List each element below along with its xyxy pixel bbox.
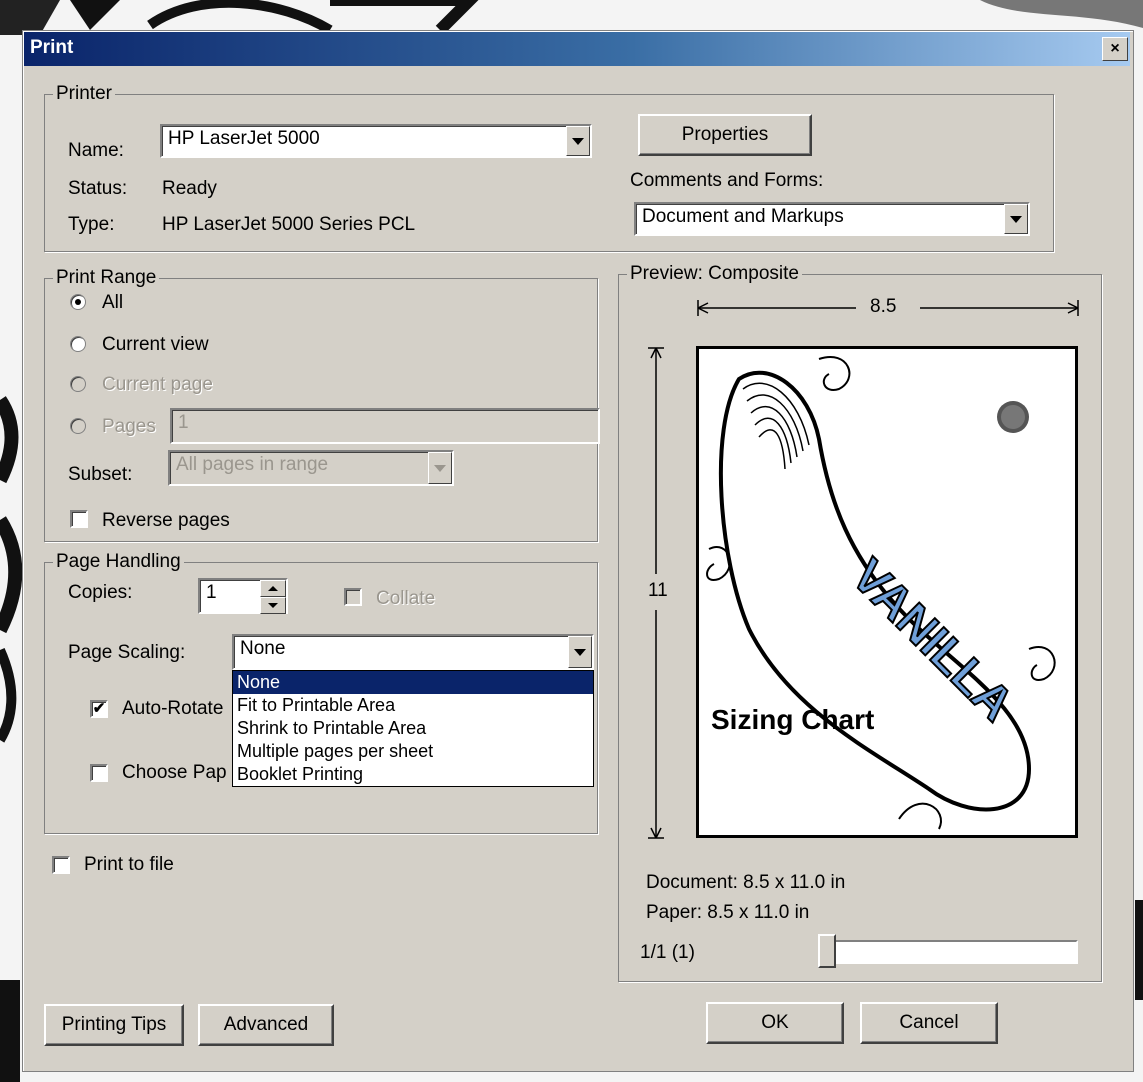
scaling-option[interactable]: None	[233, 671, 593, 694]
radio-current-view[interactable]	[70, 336, 86, 352]
sizing-chart-text: Sizing Chart	[711, 704, 874, 735]
printer-type-value: HP LaserJet 5000 Series PCL	[162, 214, 416, 235]
printer-type-label: Type:	[68, 214, 115, 235]
radio-current-view-label: Current view	[102, 334, 209, 355]
auto-rotate-checkbox[interactable]: ✔	[90, 700, 108, 718]
auto-rotate-label: Auto-Rotate	[122, 698, 224, 719]
spin-down-button[interactable]	[260, 597, 286, 614]
subset-label: Subset:	[68, 464, 133, 485]
title-bar: Print ×	[24, 32, 1130, 66]
chevron-down-icon[interactable]	[566, 126, 590, 156]
properties-button[interactable]: Properties	[638, 114, 812, 156]
advanced-button[interactable]: Advanced	[198, 1004, 334, 1046]
scaling-option[interactable]: Booklet Printing	[233, 763, 593, 786]
printer-group-label: Printer	[53, 83, 115, 105]
chevron-down-icon[interactable]	[568, 636, 592, 668]
page-scaling-dropdown-list: None Fit to Printable Area Shrink to Pri…	[232, 670, 594, 787]
print-range-group-label: Print Range	[53, 267, 160, 289]
cancel-button[interactable]: Cancel	[860, 1002, 998, 1044]
printer-status-label: Status:	[68, 178, 128, 199]
preview-page-slider[interactable]	[820, 940, 1078, 964]
height-dimension-label: 11	[648, 580, 668, 601]
close-button[interactable]: ×	[1102, 37, 1128, 61]
spin-up-button[interactable]	[260, 580, 286, 597]
page-scaling-label: Page Scaling:	[68, 642, 186, 663]
chevron-down-icon[interactable]	[1004, 204, 1028, 234]
choose-paper-label: Choose Pap	[122, 762, 227, 783]
scaling-option[interactable]: Shrink to Printable Area	[233, 717, 593, 740]
radio-pages-label: Pages	[102, 416, 156, 437]
comments-forms-value: Document and Markups	[642, 206, 844, 227]
comments-forms-select[interactable]: Document and Markups	[634, 202, 1030, 236]
reverse-pages-label: Reverse pages	[102, 510, 230, 531]
window-title: Print	[30, 37, 74, 58]
page-scaling-value: None	[240, 638, 286, 659]
sizing-chart-artwork: VANILLA Sizing Chart	[706, 356, 1056, 830]
preview-page: VANILLA Sizing Chart	[696, 346, 1078, 838]
slider-thumb[interactable]	[818, 934, 836, 968]
pages-input[interactable]: 1	[170, 408, 600, 444]
preview-group-label: Preview: Composite	[627, 263, 802, 285]
collate-label: Collate	[376, 588, 436, 609]
collate-checkbox[interactable]	[344, 588, 362, 606]
scaling-option[interactable]: Multiple pages per sheet	[233, 740, 593, 763]
copies-label: Copies:	[68, 582, 133, 603]
scaling-option[interactable]: Fit to Printable Area	[233, 694, 593, 717]
choose-paper-checkbox[interactable]	[90, 764, 108, 782]
print-to-file-checkbox[interactable]	[52, 856, 70, 874]
width-dimension-label: 8.5	[870, 296, 897, 317]
print-to-file-label: Print to file	[84, 854, 174, 875]
radio-all[interactable]	[70, 294, 86, 310]
subset-select[interactable]: All pages in range	[168, 450, 454, 486]
page-handling-group-label: Page Handling	[53, 551, 184, 573]
page-counter: 1/1 (1)	[640, 942, 695, 963]
printer-status-value: Ready	[162, 178, 217, 199]
document-size: Document: 8.5 x 11.0 in	[646, 872, 846, 893]
subset-value: All pages in range	[176, 454, 329, 475]
chevron-down-icon[interactable]	[428, 452, 452, 484]
printer-name-label: Name:	[68, 140, 124, 161]
radio-all-label: All	[102, 292, 124, 313]
reverse-pages-checkbox[interactable]	[70, 510, 88, 528]
arrow-down-icon	[268, 603, 278, 608]
paper-size: Paper: 8.5 x 11.0 in	[646, 902, 810, 923]
radio-pages[interactable]	[70, 418, 86, 434]
printing-tips-button[interactable]: Printing Tips	[44, 1004, 184, 1046]
radio-current-page-label: Current page	[102, 374, 213, 395]
page-scaling-select[interactable]: None	[232, 634, 594, 670]
radio-current-page[interactable]	[70, 376, 86, 392]
ok-button[interactable]: OK	[706, 1002, 844, 1044]
printer-name-value: HP LaserJet 5000	[168, 128, 320, 149]
copies-value: 1	[206, 582, 217, 603]
printer-name-select[interactable]: HP LaserJet 5000	[160, 124, 592, 158]
comments-forms-label: Comments and Forms:	[630, 170, 824, 191]
arrow-up-icon	[268, 586, 278, 591]
